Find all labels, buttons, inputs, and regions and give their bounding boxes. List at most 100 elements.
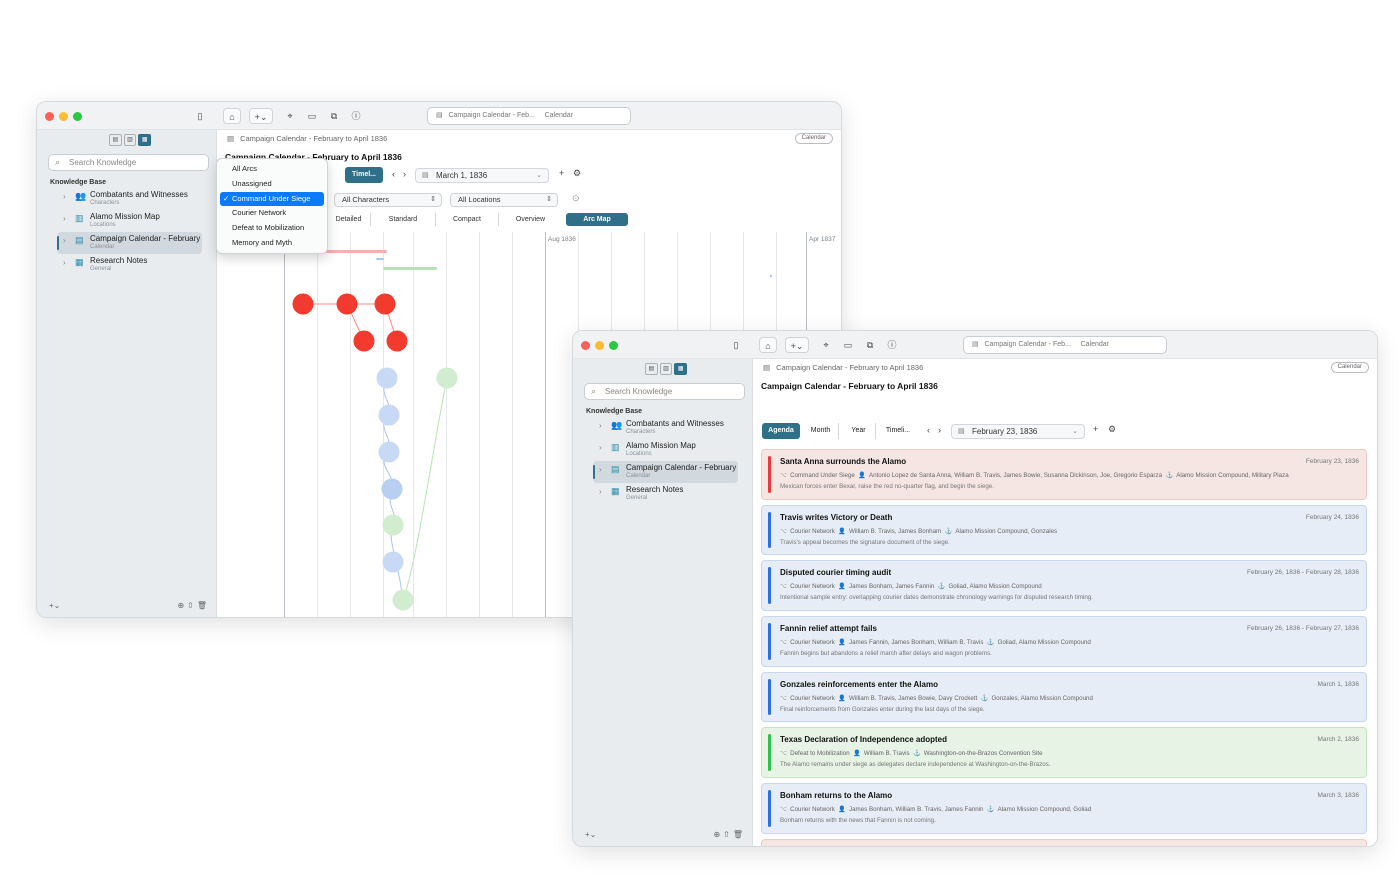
location-filter[interactable]: All Locations ⇕ (450, 193, 558, 207)
sidebar-item-locations[interactable]: › ▥ Alamo Mission Map Locations (57, 210, 202, 232)
tab-overview[interactable]: Overview (499, 213, 562, 226)
home-icon[interactable]: ⌂ (759, 337, 777, 353)
sidebar-mode-switch[interactable]: ▤ ▥ ▦ (109, 134, 152, 146)
crosshair-icon[interactable]: ⌖ (283, 108, 297, 124)
tab-detailed[interactable]: Detailed (327, 213, 371, 226)
tab-month[interactable]: Month (803, 423, 839, 439)
event-card[interactable]: Final assault on the AlamoMarch 6, 1836⌥… (761, 838, 1367, 846)
share-icon[interactable]: ⇧ (723, 830, 733, 839)
help-icon[interactable]: ⓘ (885, 337, 899, 353)
arc-node[interactable] (386, 330, 408, 352)
chevron-right-icon[interactable]: › (938, 425, 941, 435)
add-menu-button[interactable]: +⌄ (785, 337, 809, 353)
zoom-window-button[interactable] (73, 112, 82, 121)
menu-item-courier-network[interactable]: Courier Network (220, 206, 324, 221)
sidebar-item-characters[interactable]: › 👥 Combatants and Witnesses Characters (593, 417, 738, 439)
mode-list-icon[interactable]: ▤ (645, 363, 658, 375)
gear-icon[interactable]: ⚙ (1108, 424, 1116, 435)
search-input[interactable]: ⌕ Search Knowledge (584, 383, 745, 400)
arc-node[interactable] (436, 367, 458, 389)
chevron-right-icon[interactable]: › (63, 214, 66, 223)
close-window-button[interactable] (581, 341, 590, 350)
sidebar-toggle-icon[interactable]: ▯ (728, 337, 744, 353)
add-event-icon[interactable]: + (1093, 424, 1098, 434)
arc-node[interactable] (292, 293, 314, 315)
help-icon[interactable]: ⓘ (349, 108, 363, 124)
event-card[interactable]: Bonham returns to the Alamo March 3, 1836… (761, 783, 1367, 834)
sidebar-item-calendar[interactable]: › ▤ Campaign Calendar - February to Apri… (57, 232, 202, 254)
menu-item-all-arcs[interactable]: All Arcs (220, 162, 324, 177)
arc-node[interactable] (374, 293, 396, 315)
arc-node[interactable] (392, 589, 414, 611)
import-icon[interactable]: ⊕ (177, 601, 187, 610)
filter-options-icon[interactable]: ⊙ (572, 193, 580, 204)
minimize-window-button[interactable] (59, 112, 68, 121)
share-icon[interactable]: ⇧ (187, 601, 197, 610)
tab-compact[interactable]: Compact (436, 213, 499, 226)
sidebar-toggle-icon[interactable]: ▯ (192, 108, 208, 124)
arc-node[interactable] (382, 514, 404, 536)
add-menu-button[interactable]: +⌄ (249, 108, 273, 124)
sidebar-item-notes[interactable]: › ▦ Research Notes General (593, 483, 738, 505)
tab-standard[interactable]: Standard (371, 213, 436, 226)
keyboard-icon[interactable]: ▭ (841, 337, 855, 353)
sidebar-item-calendar[interactable]: › ▤ Campaign Calendar - February to Apri… (593, 461, 738, 483)
character-filter[interactable]: All Characters ⇕ (334, 193, 442, 207)
chevron-right-icon[interactable]: › (599, 421, 602, 430)
zoom-window-button[interactable] (609, 341, 618, 350)
add-item-button[interactable]: +⌄ (585, 830, 596, 839)
mode-doc-icon[interactable]: ▥ (659, 363, 673, 375)
chevron-right-icon[interactable]: › (63, 192, 66, 201)
sidebar-item-notes[interactable]: › ▦ Research Notes General (57, 254, 202, 276)
search-input[interactable]: ⌕ Search Knowledge (48, 154, 209, 171)
close-window-button[interactable] (45, 112, 54, 121)
menu-item-memory-and-myth[interactable]: Memory and Myth (220, 236, 324, 251)
arc-node[interactable] (381, 478, 403, 500)
sidebar-item-locations[interactable]: › ▥ Alamo Mission Map Locations (593, 439, 738, 461)
chevron-right-icon[interactable]: › (403, 169, 406, 179)
sidebar-item-characters[interactable]: › 👥 Combatants and Witnesses Characters (57, 188, 202, 210)
mode-graph-icon[interactable]: ▦ (138, 134, 152, 146)
chevron-right-icon[interactable]: › (599, 465, 602, 474)
arc-node[interactable] (378, 404, 400, 426)
event-card[interactable]: Gonzales reinforcements enter the Alamo M… (761, 671, 1367, 723)
event-card[interactable]: Texas Declaration of Independence adopte… (761, 727, 1367, 778)
event-card[interactable]: Santa Anna surrounds the Alamo February 2… (761, 449, 1367, 500)
import-icon[interactable]: ⊕ (713, 830, 723, 839)
tab-year[interactable]: Year (842, 423, 876, 439)
window-icon[interactable]: ⧉ (327, 108, 341, 124)
window-icon[interactable]: ⧉ (863, 337, 877, 353)
date-picker[interactable]: ▤ February 23, 1836 ⌄ (951, 424, 1085, 439)
mode-graph-icon[interactable]: ▦ (674, 363, 688, 375)
date-picker[interactable]: ▤ March 1, 1836 ⌄ (415, 168, 549, 183)
add-event-icon[interactable]: + (559, 168, 564, 178)
arc-node[interactable] (382, 551, 404, 573)
chevron-right-icon[interactable]: › (599, 487, 602, 496)
chevron-right-icon[interactable]: › (63, 258, 66, 267)
gear-icon[interactable]: ⚙ (573, 168, 581, 179)
menu-item-defeat-to-mobilization[interactable]: Defeat to Mobilization (220, 221, 324, 236)
sidebar-mode-switch[interactable]: ▤ ▥ ▦ (645, 363, 688, 375)
minimize-window-button[interactable] (595, 341, 604, 350)
chevron-left-icon[interactable]: ‹ (927, 425, 930, 435)
address-field[interactable]: ▤ Campaign Calendar - Feb... Calendar (427, 107, 631, 125)
chevron-right-icon[interactable]: › (63, 236, 66, 245)
arc-node[interactable] (353, 330, 375, 352)
arc-node[interactable] (336, 293, 358, 315)
arc-node[interactable] (376, 367, 398, 389)
crosshair-icon[interactable]: ⌖ (819, 337, 833, 353)
mode-doc-icon[interactable]: ▥ (123, 134, 137, 146)
keyboard-icon[interactable]: ▭ (305, 108, 319, 124)
chevron-left-icon[interactable]: ‹ (392, 169, 395, 179)
tab-arc-map[interactable]: Arc Map (566, 213, 628, 226)
menu-item-unassigned[interactable]: Unassigned (220, 177, 324, 192)
mode-list-icon[interactable]: ▤ (109, 134, 122, 146)
event-card[interactable]: Travis writes Victory or Death February 2… (761, 504, 1367, 556)
chevron-right-icon[interactable]: › (599, 443, 602, 452)
tab-timeline[interactable]: Timel... (345, 167, 383, 183)
arc-node[interactable] (378, 441, 400, 463)
menu-item-command-under-siege[interactable]: ✓ Command Under Siege (220, 191, 324, 207)
trash-icon[interactable]: 🗑 (733, 830, 746, 839)
event-card[interactable]: Disputed courier timing audit February 26… (761, 560, 1367, 611)
tab-timeline[interactable]: Timeli... (879, 423, 917, 439)
